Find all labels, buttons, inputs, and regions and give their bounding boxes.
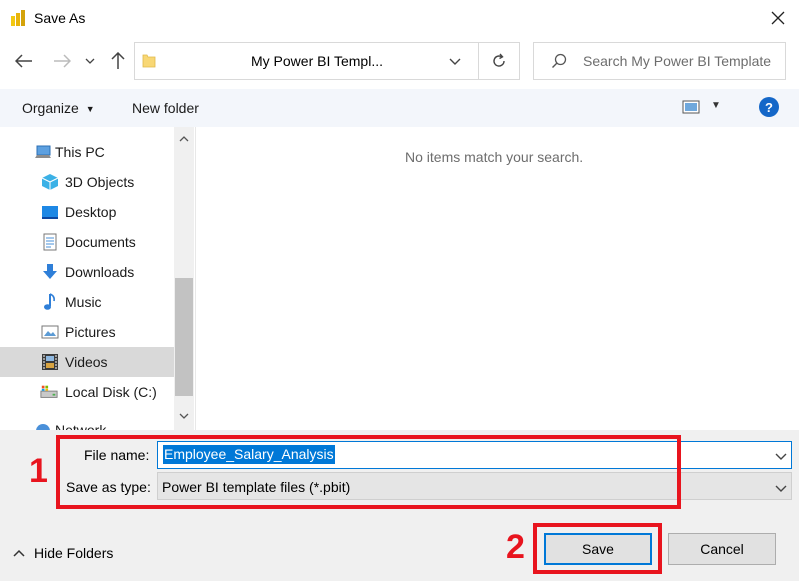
organize-label: Organize xyxy=(22,100,79,116)
nav-item-label: Documents xyxy=(65,234,136,250)
back-button[interactable] xyxy=(11,48,37,74)
network-icon xyxy=(34,421,52,430)
power-bi-icon xyxy=(10,9,26,27)
annotation-step1-number: 1 xyxy=(29,452,48,490)
annotation-box-step2 xyxy=(533,523,662,574)
chevron-down-icon xyxy=(85,58,95,64)
address-path: My Power BI Templ... xyxy=(251,53,384,69)
search-icon xyxy=(551,53,567,72)
nav-item-desktop[interactable]: Desktop xyxy=(0,197,174,227)
up-button[interactable] xyxy=(105,48,131,74)
computer-icon xyxy=(34,143,52,161)
nav-item-this-pc[interactable]: This PC xyxy=(0,137,174,167)
annotation-step2-number: 2 xyxy=(506,528,525,566)
save-type-dropdown-icon[interactable] xyxy=(775,480,787,496)
nav-item-label: Local Disk (C:) xyxy=(65,384,157,400)
pictures-icon xyxy=(41,323,59,341)
close-icon xyxy=(771,11,785,25)
chevron-up-icon xyxy=(13,549,25,557)
title-bar xyxy=(0,0,799,36)
forward-button[interactable] xyxy=(49,48,75,74)
drive-icon xyxy=(40,383,58,401)
nav-item-label: This PC xyxy=(55,144,105,160)
scroll-up-button[interactable] xyxy=(174,130,194,148)
nav-item-music[interactable]: Music xyxy=(0,287,174,317)
desktop-icon xyxy=(41,203,59,221)
close-button[interactable] xyxy=(760,0,796,36)
search-placeholder: Search My Power BI Template xyxy=(583,53,772,69)
chevron-up-icon xyxy=(179,136,189,142)
nav-item-label: Network xyxy=(55,422,107,430)
nav-item-label: Videos xyxy=(65,354,108,370)
cancel-button[interactable]: Cancel xyxy=(668,533,776,565)
refresh-button[interactable] xyxy=(479,42,520,80)
view-icon xyxy=(682,100,700,114)
nav-item-local-disk[interactable]: Local Disk (C:) xyxy=(0,377,174,407)
address-dropdown-icon[interactable] xyxy=(449,53,461,69)
nav-item-pictures[interactable]: Pictures xyxy=(0,317,174,347)
organize-button[interactable]: Organize ▼ xyxy=(22,100,95,116)
hide-folders-button[interactable]: Hide Folders xyxy=(13,545,113,561)
nav-item-videos[interactable]: Videos xyxy=(0,347,174,377)
arrow-left-icon xyxy=(15,54,32,68)
refresh-icon xyxy=(493,53,505,67)
arrow-up-icon xyxy=(111,52,125,69)
nav-scrollbar-thumb[interactable] xyxy=(175,278,193,396)
scroll-down-button[interactable] xyxy=(174,407,194,425)
nav-item-downloads[interactable]: Downloads xyxy=(0,257,174,287)
hide-folders-label: Hide Folders xyxy=(34,545,114,561)
download-arrow-icon xyxy=(41,263,59,281)
nav-item-label: Desktop xyxy=(65,204,117,220)
recent-locations-button[interactable] xyxy=(80,48,100,74)
folder-icon xyxy=(142,52,156,71)
nav-item-documents[interactable]: Documents xyxy=(0,227,174,257)
command-toolbar xyxy=(0,89,799,127)
annotation-box-step1 xyxy=(56,435,681,509)
caret-down-icon: ▼ xyxy=(85,104,95,114)
documents-icon xyxy=(41,233,59,251)
nav-item-label: 3D Objects xyxy=(65,174,135,190)
view-dropdown-icon[interactable]: ▼ xyxy=(711,100,721,111)
file-name-dropdown-icon[interactable] xyxy=(775,448,787,464)
music-note-icon xyxy=(41,293,59,311)
arrow-right-icon xyxy=(54,54,71,68)
chevron-down-icon xyxy=(179,413,189,419)
window-title: Save As xyxy=(34,10,86,26)
nav-item-3d-objects[interactable]: 3D Objects xyxy=(0,167,174,197)
nav-item-label: Downloads xyxy=(65,264,135,280)
nav-item-network[interactable]: Network xyxy=(0,415,174,430)
cube-icon xyxy=(41,173,59,191)
nav-item-label: Music xyxy=(65,294,102,310)
view-options-button[interactable] xyxy=(682,100,700,117)
new-folder-button[interactable]: New folder xyxy=(132,100,199,116)
navigation-pane: This PC 3D Objects Desktop Documents Dow… xyxy=(0,127,196,430)
nav-item-label: Pictures xyxy=(65,324,116,340)
empty-results-message: No items match your search. xyxy=(405,149,584,165)
film-icon xyxy=(41,353,59,371)
help-button[interactable]: ? xyxy=(759,97,779,117)
